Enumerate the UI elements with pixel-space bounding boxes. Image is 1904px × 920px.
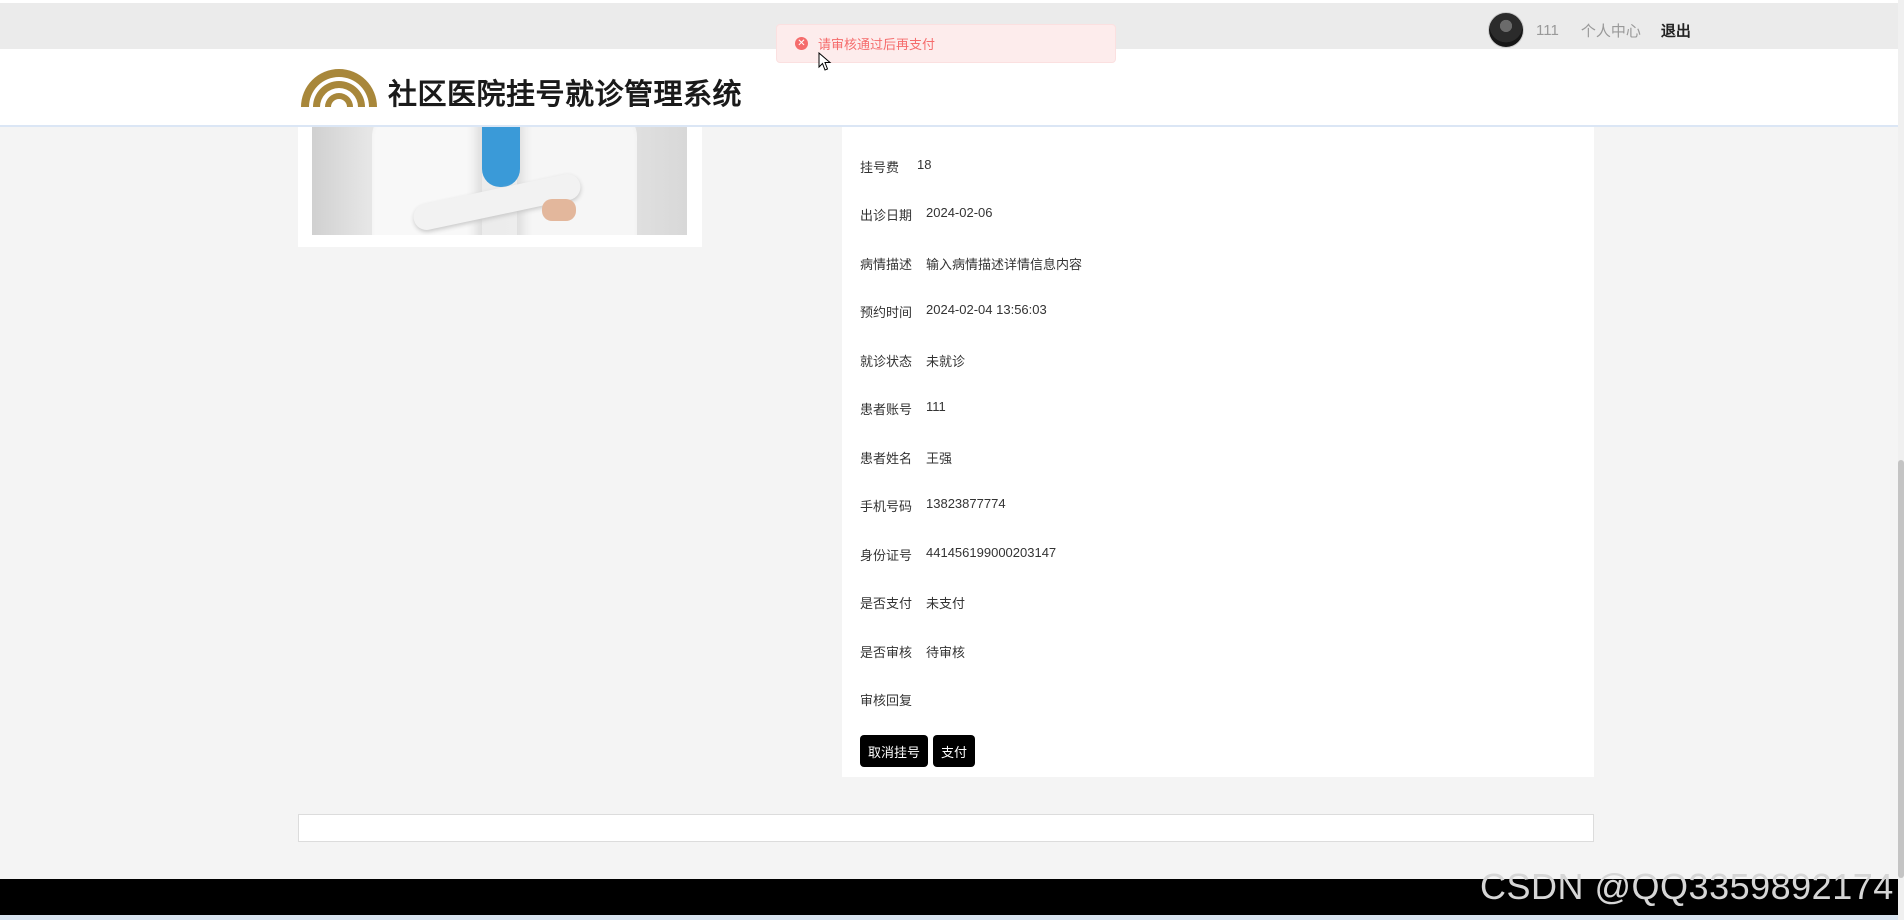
- pay-button[interactable]: 支付: [933, 735, 975, 767]
- field-value: 输入病情描述详情信息内容: [926, 257, 1083, 272]
- field-label: 就诊状态: [860, 354, 913, 369]
- detail-row-patient-name: 患者姓名 王强: [860, 448, 952, 467]
- field-label: 出诊日期: [860, 208, 913, 223]
- watermark-text: CSDN @QQ3359892174: [1480, 866, 1894, 907]
- field-value: 王强: [926, 451, 953, 466]
- hospital-logo-icon: [301, 69, 377, 107]
- footer-strip: [0, 915, 1904, 920]
- registration-detail-panel: 挂号费 18 出诊日期 2024-02-06 病情描述 输入病情描述详情信息内容…: [842, 127, 1594, 777]
- field-value: 待审核: [926, 645, 966, 660]
- detail-row-reviewed: 是否审核 待审核: [860, 642, 965, 661]
- field-value: 2024-02-06: [926, 205, 993, 220]
- doctor-photo-card: [298, 127, 702, 247]
- field-label: 病情描述: [860, 257, 913, 272]
- field-label: 是否审核: [860, 645, 913, 660]
- personal-center-link[interactable]: 个人中心: [1581, 20, 1641, 41]
- scrollbar-thumb[interactable]: [1898, 460, 1904, 878]
- detail-row-condition: 病情描述 输入病情描述详情信息内容: [860, 254, 1082, 273]
- field-value: 111: [926, 399, 946, 414]
- field-label: 是否支付: [860, 596, 913, 611]
- footer-box: [298, 814, 1594, 842]
- field-label: 手机号码: [860, 499, 913, 514]
- detail-row-id-number: 身份证号 441456199000203147: [860, 545, 1056, 564]
- detail-row-visit-date: 出诊日期 2024-02-06: [860, 205, 993, 224]
- error-circle-icon: ✕: [795, 37, 808, 50]
- field-value: 2024-02-04 13:56:03: [926, 302, 1047, 317]
- detail-row-patient-account: 患者账号 111: [860, 399, 946, 418]
- field-value: 未就诊: [926, 354, 966, 369]
- cancel-registration-button[interactable]: 取消挂号: [860, 735, 928, 767]
- field-label: 审核回复: [860, 693, 913, 708]
- field-label: 患者账号: [860, 402, 913, 417]
- logout-link[interactable]: 退出: [1661, 20, 1691, 41]
- detail-row-paid: 是否支付 未支付: [860, 593, 965, 612]
- toast-message: 请审核通过后再支付: [818, 37, 936, 52]
- field-value: 13823877774: [926, 496, 1006, 511]
- site-title: 社区医院挂号就诊管理系统: [388, 77, 743, 111]
- field-label: 预约时间: [860, 305, 913, 320]
- detail-row-visit-status: 就诊状态 未就诊: [860, 351, 965, 370]
- field-value: 未支付: [926, 596, 966, 611]
- detail-row-fee: 挂号费 18: [860, 157, 931, 176]
- detail-row-review-reply: 审核回复: [860, 690, 926, 709]
- field-value: 441456199000203147: [926, 545, 1057, 560]
- field-label: 患者姓名: [860, 451, 913, 466]
- detail-row-phone: 手机号码 13823877774: [860, 496, 1006, 515]
- user-avatar[interactable]: [1488, 12, 1524, 48]
- username: 111: [1536, 21, 1559, 39]
- mouse-cursor-icon: [818, 52, 832, 71]
- doctor-photo: [312, 127, 687, 235]
- field-label: 挂号费: [860, 160, 900, 175]
- user-area: 111 个人中心 退出: [1488, 11, 1691, 49]
- field-value: 18: [917, 157, 932, 172]
- field-label: 身份证号: [860, 548, 913, 563]
- detail-row-appointment-time: 预约时间 2024-02-04 13:56:03: [860, 302, 1047, 321]
